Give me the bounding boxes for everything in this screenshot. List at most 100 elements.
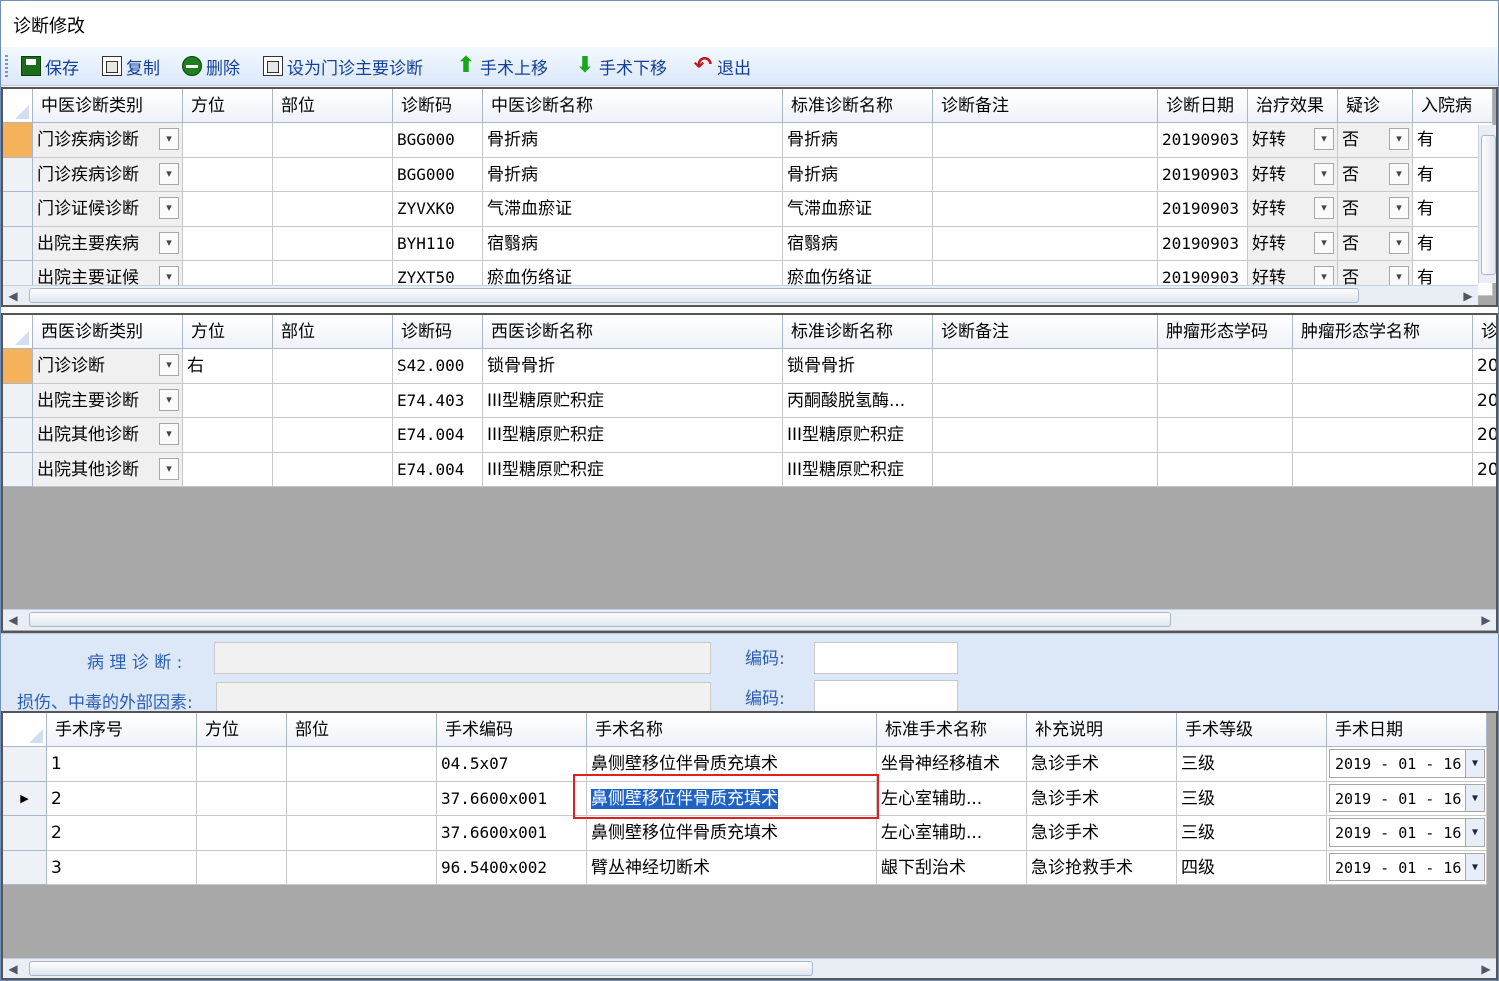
table-cell[interactable]: 气滞血瘀证 bbox=[783, 192, 933, 227]
table-cell[interactable]: 2019 - 01 - 16 ▼ bbox=[1327, 850, 1487, 885]
table-cell[interactable]: 1 bbox=[47, 747, 197, 782]
chevron-down-icon[interactable]: ▾ bbox=[159, 457, 179, 480]
column-header[interactable]: 补充说明 bbox=[1027, 713, 1177, 747]
chevron-down-icon[interactable]: ▾ bbox=[1314, 231, 1334, 254]
external-cause-input[interactable] bbox=[216, 682, 711, 712]
chevron-down-icon[interactable]: ▾ bbox=[1389, 162, 1409, 185]
dropdown-cell[interactable]: 门诊疾病诊断 ▾ bbox=[33, 123, 183, 158]
table-cell[interactable] bbox=[183, 418, 273, 453]
table-cell[interactable]: BGG000 bbox=[393, 157, 483, 192]
table-cell[interactable]: 左心室辅助... bbox=[877, 816, 1027, 851]
table-cell[interactable] bbox=[933, 123, 1158, 158]
table-cell[interactable] bbox=[933, 192, 1158, 227]
column-header[interactable]: 西医诊断类别 bbox=[33, 315, 183, 349]
column-header[interactable]: 部位 bbox=[273, 315, 393, 349]
table-cell[interactable]: 鼻侧壁移位伴骨质充填术 bbox=[587, 781, 877, 816]
table-cell[interactable]: 急诊抢救手术 bbox=[1027, 850, 1177, 885]
table-cell[interactable]: 20190903 bbox=[1158, 192, 1248, 227]
table-cell[interactable] bbox=[1293, 452, 1473, 487]
table-cell[interactable]: 201 bbox=[1473, 418, 1496, 453]
table-cell[interactable] bbox=[1158, 349, 1293, 384]
table-cell[interactable]: E74.403 bbox=[393, 383, 483, 418]
table-cell[interactable]: 四级 bbox=[1177, 850, 1327, 885]
table-cell[interactable] bbox=[183, 192, 273, 227]
table-cell[interactable] bbox=[933, 157, 1158, 192]
table-cell[interactable]: 急诊手术 bbox=[1027, 816, 1177, 851]
table-cell[interactable]: 丙酮酸脱氢酶... bbox=[783, 383, 933, 418]
table-cell[interactable]: 骨折病 bbox=[483, 123, 783, 158]
table-cell[interactable] bbox=[183, 226, 273, 261]
scroll-left-icon[interactable]: ◀ bbox=[3, 959, 23, 978]
table-cell[interactable]: 坐骨神经移植术 bbox=[877, 747, 1027, 782]
table-cell[interactable]: E74.004 bbox=[393, 418, 483, 453]
delete-button[interactable]: 删除 bbox=[182, 52, 240, 80]
table-cell[interactable] bbox=[1293, 383, 1473, 418]
chevron-down-icon[interactable]: ▾ bbox=[159, 388, 179, 411]
chevron-down-icon[interactable]: ▾ bbox=[159, 423, 179, 445]
table-cell[interactable]: 04.5x07 bbox=[437, 747, 587, 782]
table-cell[interactable] bbox=[273, 192, 393, 227]
scroll-right-icon[interactable]: ▶ bbox=[1476, 610, 1496, 630]
surgery-date-picker[interactable]: 2019 - 01 - 16 ▼ bbox=[1329, 749, 1485, 778]
grid-corner[interactable] bbox=[3, 713, 47, 747]
chevron-down-icon[interactable]: ▼ bbox=[1465, 750, 1484, 777]
table-cell[interactable]: 2019 - 01 - 16 ▼ bbox=[1327, 781, 1487, 816]
chevron-down-icon[interactable]: ▾ bbox=[159, 128, 179, 150]
column-header[interactable]: 诊 bbox=[1473, 315, 1496, 349]
table-cell[interactable]: 201 bbox=[1473, 349, 1496, 384]
column-header[interactable]: 方位 bbox=[183, 315, 273, 349]
column-header[interactable]: 部位 bbox=[287, 713, 437, 747]
column-header[interactable]: 肿瘤形态学码 bbox=[1158, 315, 1293, 349]
table-cell[interactable]: 宿翳病 bbox=[783, 226, 933, 261]
grid-corner[interactable] bbox=[3, 315, 33, 349]
table-cell[interactable]: 3 bbox=[47, 850, 197, 885]
chevron-down-icon[interactable]: ▾ bbox=[159, 162, 179, 185]
surgery-date-picker[interactable]: 2019 - 01 - 16 ▼ bbox=[1329, 783, 1485, 812]
scrollbar-thumb[interactable] bbox=[29, 288, 1359, 303]
scrollbar-thumb[interactable] bbox=[29, 612, 1171, 627]
chevron-down-icon[interactable]: ▾ bbox=[1389, 128, 1409, 150]
chevron-down-icon[interactable]: ▾ bbox=[1389, 231, 1409, 254]
scroll-right-icon[interactable]: ▶ bbox=[1476, 959, 1496, 978]
table-cell[interactable]: 96.5400x002 bbox=[437, 850, 587, 885]
table-cell[interactable]: ZYVXK0 bbox=[393, 192, 483, 227]
dropdown-cell[interactable]: 好转 ▾ bbox=[1248, 226, 1338, 261]
column-header[interactable]: 入院病 bbox=[1413, 89, 1493, 123]
chevron-down-icon[interactable]: ▾ bbox=[1314, 162, 1334, 185]
table-cell[interactable] bbox=[183, 157, 273, 192]
table-cell[interactable] bbox=[197, 850, 287, 885]
row-header[interactable] bbox=[3, 452, 33, 487]
table-cell[interactable] bbox=[1293, 349, 1473, 384]
table-cell[interactable]: S42.000 bbox=[393, 349, 483, 384]
column-header[interactable]: 手术名称 bbox=[587, 713, 877, 747]
horizontal-scrollbar[interactable]: ◀ ▶ bbox=[3, 609, 1496, 630]
column-header[interactable]: 中医诊断类别 bbox=[33, 89, 183, 123]
toolbar-grip[interactable] bbox=[5, 55, 8, 77]
dropdown-cell[interactable]: 门诊疾病诊断 ▾ bbox=[33, 157, 183, 192]
row-header[interactable] bbox=[3, 383, 33, 418]
surgery-date-picker[interactable]: 2019 - 01 - 16 ▼ bbox=[1329, 852, 1485, 881]
table-cell[interactable]: 2 bbox=[47, 781, 197, 816]
horizontal-scrollbar[interactable]: ◀ ▶ bbox=[3, 285, 1478, 305]
table-cell[interactable] bbox=[183, 123, 273, 158]
table-cell[interactable] bbox=[933, 349, 1158, 384]
surgery-move-up-button[interactable]: ⬆ 手术上移 bbox=[456, 52, 548, 80]
horizontal-scrollbar[interactable]: ◀ ▶ bbox=[3, 958, 1496, 978]
chevron-down-icon[interactable]: ▾ bbox=[1314, 197, 1334, 219]
table-cell[interactable] bbox=[273, 418, 393, 453]
chevron-down-icon[interactable]: ▼ bbox=[1465, 819, 1484, 846]
column-header[interactable]: 手术序号 bbox=[47, 713, 197, 747]
table-cell[interactable] bbox=[183, 452, 273, 487]
set-primary-diagnosis-button[interactable]: 设为门诊主要诊断 bbox=[263, 52, 423, 80]
table-cell[interactable]: 20190903 bbox=[1158, 226, 1248, 261]
row-header[interactable] bbox=[3, 226, 33, 261]
column-header[interactable]: 西医诊断名称 bbox=[483, 315, 783, 349]
dropdown-cell[interactable]: 好转 ▾ bbox=[1248, 192, 1338, 227]
pathology-code-input[interactable] bbox=[814, 642, 958, 674]
table-cell[interactable]: 气滞血瘀证 bbox=[483, 192, 783, 227]
table-cell[interactable] bbox=[1158, 418, 1293, 453]
row-header[interactable] bbox=[3, 349, 33, 384]
table-cell[interactable]: 2019 - 01 - 16 ▼ bbox=[1327, 816, 1487, 851]
table-cell[interactable] bbox=[197, 816, 287, 851]
dropdown-cell[interactable]: 好转 ▾ bbox=[1248, 157, 1338, 192]
